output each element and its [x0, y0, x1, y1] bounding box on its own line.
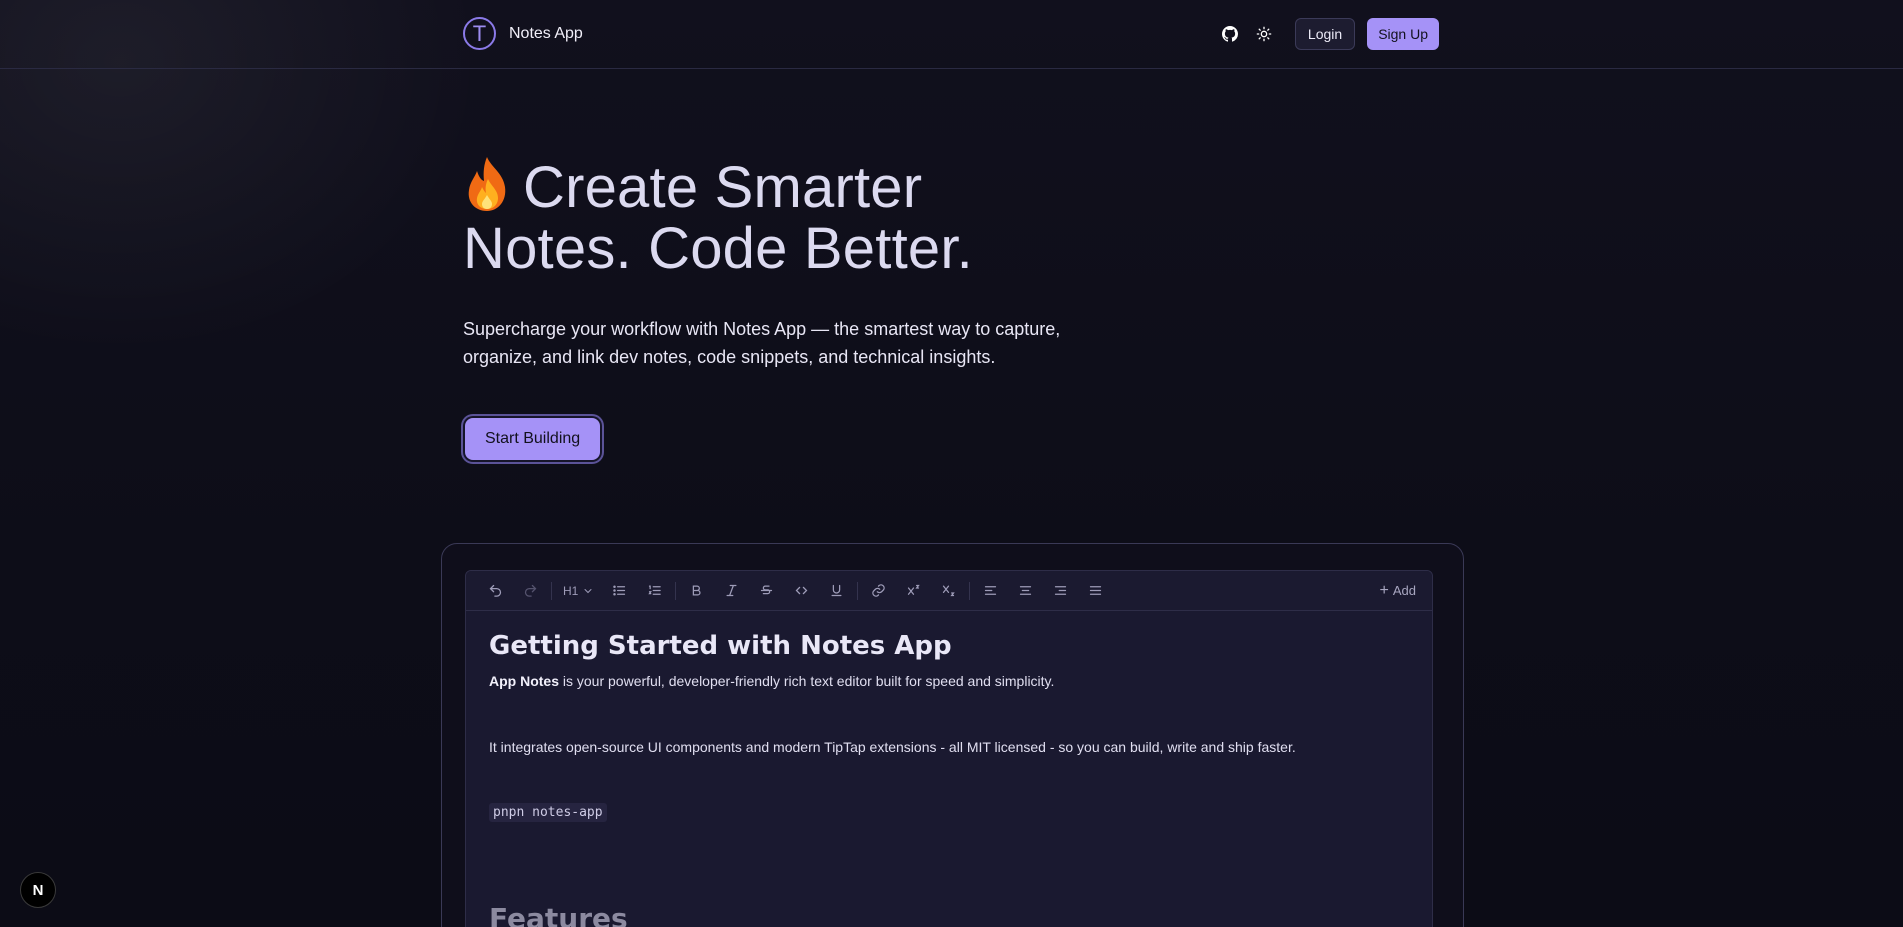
- start-building-button[interactable]: Start Building: [465, 418, 601, 460]
- ordered-list-icon[interactable]: [637, 578, 672, 604]
- toolbar-divider: [969, 581, 971, 600]
- bullet-list-icon[interactable]: [602, 578, 637, 604]
- hero-subtitle: Supercharge your workflow with Notes App…: [463, 319, 1061, 367]
- inline-code: pnpn notes-app: [489, 803, 607, 822]
- redo-icon[interactable]: [513, 578, 548, 604]
- plus-icon: +: [1379, 581, 1389, 599]
- hero-title: Create Smarter Notes. Code Better.: [463, 155, 1083, 279]
- toolbar-divider: [551, 581, 552, 600]
- toolbar-divider: [675, 581, 677, 600]
- header-actions: Login Sign Up: [1219, 18, 1439, 50]
- link-icon[interactable]: [861, 578, 896, 604]
- github-icon[interactable]: [1219, 23, 1241, 45]
- editor-toolbar: H1 + Add: [466, 571, 1432, 611]
- add-button-label: Add: [1392, 583, 1416, 598]
- align-left-icon[interactable]: [973, 578, 1008, 604]
- sun-icon[interactable]: [1253, 23, 1275, 45]
- hero-title-line1: Create Smarter: [523, 155, 923, 220]
- intro-text: is your powerful, developer-friendly ric…: [559, 673, 1055, 689]
- app-logo: T: [463, 17, 496, 50]
- features-heading: Features: [489, 902, 628, 927]
- document-title: Getting Started with Notes App: [489, 631, 952, 661]
- login-button[interactable]: Login: [1294, 18, 1356, 50]
- document-intro: App Notes is your powerful, developer-fr…: [489, 671, 1409, 691]
- hero-title-line2: Notes. Code Better.: [463, 216, 973, 281]
- subscript-icon[interactable]: [931, 578, 966, 604]
- brand[interactable]: T Notes App: [463, 17, 583, 50]
- bold-icon[interactable]: [679, 578, 714, 604]
- fire-emoji-icon: [463, 155, 511, 213]
- add-button[interactable]: + Add: [1379, 581, 1416, 599]
- toolbar-divider: [857, 581, 859, 600]
- code-icon[interactable]: [784, 578, 819, 604]
- intro-bold: App Notes: [489, 673, 559, 689]
- align-justify-icon[interactable]: [1078, 578, 1113, 604]
- signup-button[interactable]: Sign Up: [1367, 18, 1439, 50]
- top-nav: T Notes App Login Sign Up: [0, 0, 1903, 69]
- superscript-icon[interactable]: [896, 578, 931, 604]
- align-center-icon[interactable]: [1008, 578, 1043, 604]
- italic-icon[interactable]: [714, 578, 749, 604]
- underline-icon[interactable]: [819, 578, 854, 604]
- app-name: Notes App: [509, 24, 583, 42]
- editor-content[interactable]: Getting Started with Notes App App Notes…: [466, 611, 1432, 927]
- hero-section: Create Smarter Notes. Code Better. Super…: [463, 155, 1083, 371]
- align-right-icon[interactable]: [1043, 578, 1078, 604]
- heading-dropdown[interactable]: H1: [555, 578, 602, 604]
- heading-dropdown-label: H1: [563, 583, 579, 598]
- document-paragraph: It integrates open-source UI components …: [489, 739, 1296, 755]
- undo-icon[interactable]: [478, 578, 513, 604]
- strikethrough-icon[interactable]: [749, 578, 784, 604]
- chevron-down-icon: [584, 588, 592, 593]
- rich-text-editor[interactable]: H1 + Add Getting Started with Notes App …: [465, 570, 1433, 927]
- nextjs-dev-badge[interactable]: N: [20, 872, 56, 908]
